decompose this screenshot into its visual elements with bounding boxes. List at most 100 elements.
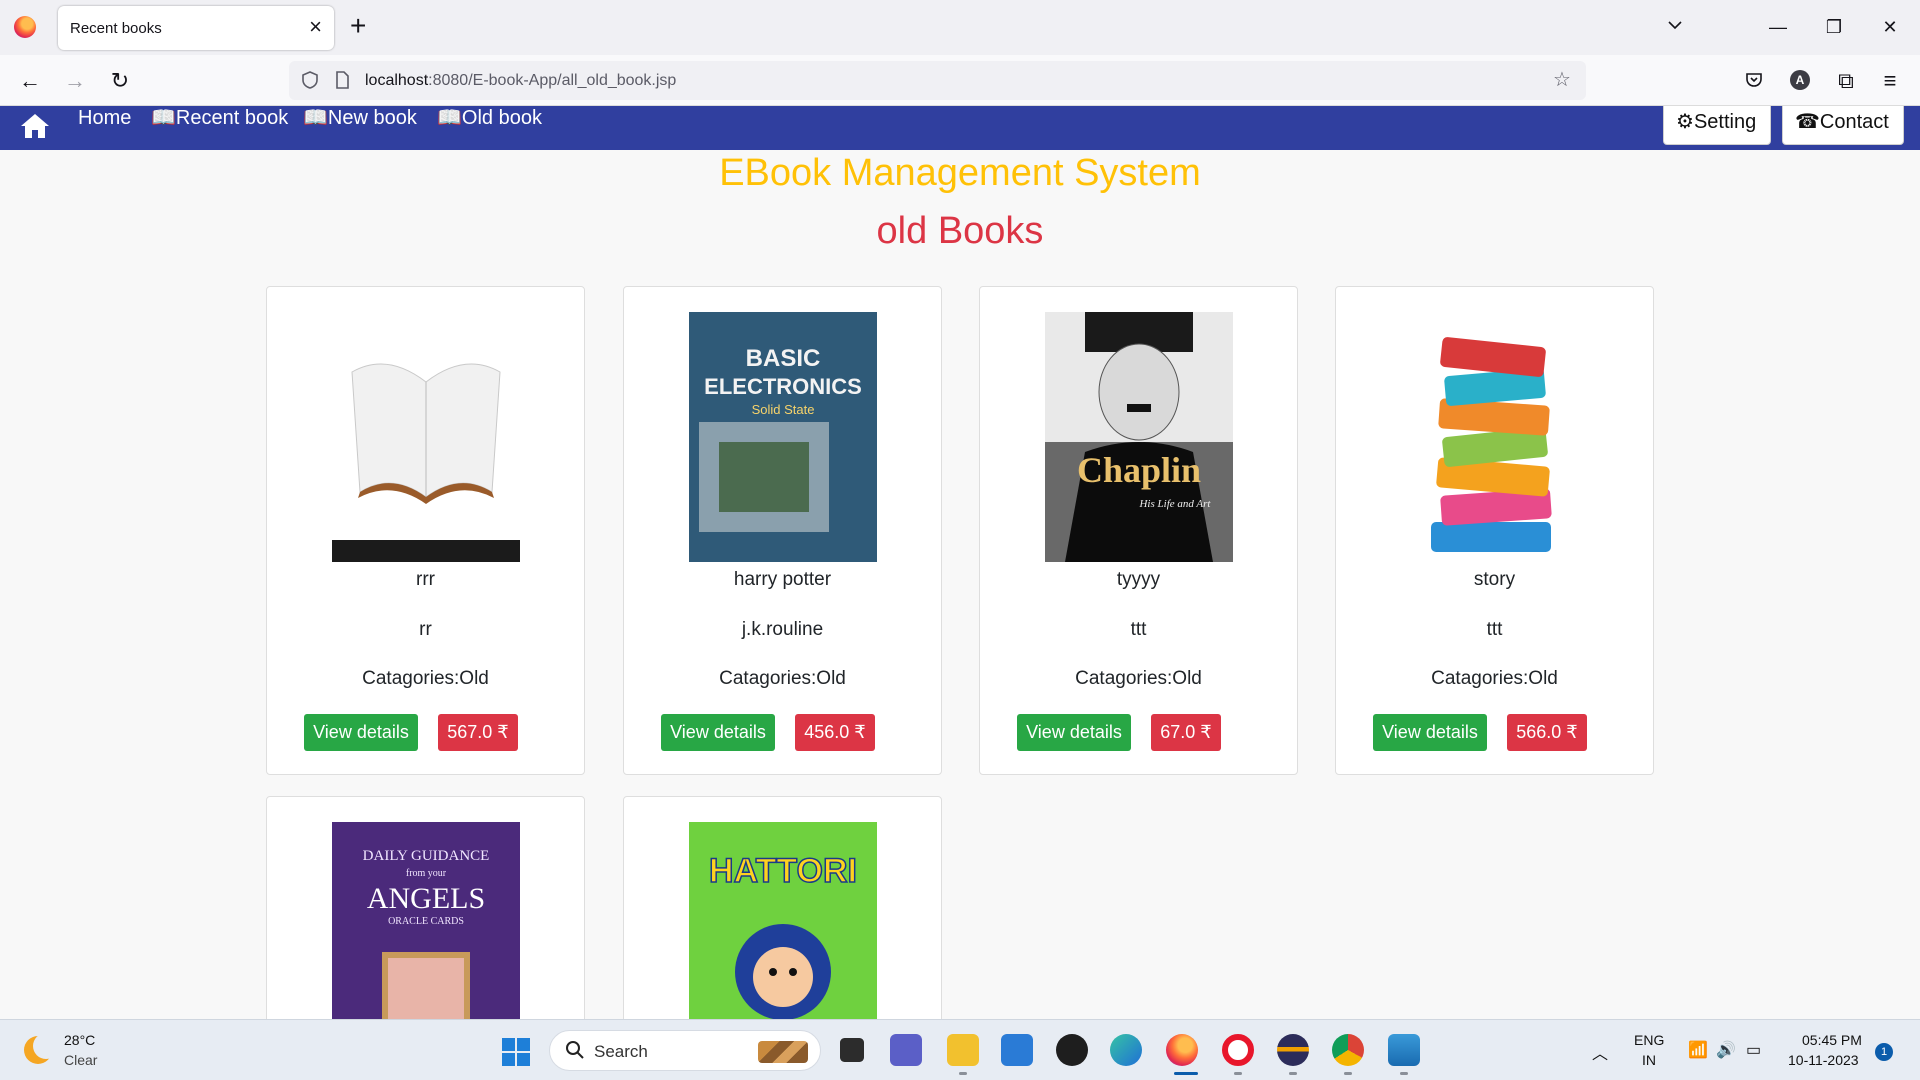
gear-icon: ⚙ bbox=[1676, 111, 1694, 133]
site-title: EBook Management System bbox=[719, 152, 1201, 194]
view-details-button[interactable]: View details bbox=[1017, 714, 1131, 751]
book-name: harry potter bbox=[733, 569, 832, 590]
book-name: tyyyy bbox=[1116, 569, 1161, 590]
svg-text:ORACLE CARDS: ORACLE CARDS bbox=[388, 916, 464, 927]
view-details-button[interactable]: View details bbox=[304, 714, 418, 751]
view-details-button[interactable]: View details bbox=[661, 714, 775, 751]
setting-button[interactable]: ⚙Setting bbox=[1663, 106, 1772, 145]
book-name: story bbox=[1473, 569, 1516, 590]
book-card: HATTORI bbox=[623, 796, 942, 1019]
book-card: BASIC ELECTRONICS Solid State harry pott… bbox=[623, 286, 942, 775]
svg-text:from your: from your bbox=[406, 868, 447, 879]
phone-icon: ☎ bbox=[1795, 111, 1820, 133]
shield-icon[interactable] bbox=[299, 69, 321, 91]
wifi-icon[interactable]: 📶 bbox=[1688, 1040, 1708, 1060]
microsoft-store-icon[interactable] bbox=[1001, 1034, 1033, 1066]
restore-icon[interactable]: ❐ bbox=[1814, 12, 1854, 42]
view-details-button[interactable]: View details bbox=[1373, 714, 1487, 751]
pocket-icon[interactable] bbox=[1743, 69, 1765, 91]
volume-icon[interactable]: 🔊 bbox=[1716, 1040, 1736, 1060]
file-explorer-icon[interactable] bbox=[947, 1034, 979, 1066]
minimize-icon[interactable]: — bbox=[1758, 12, 1798, 42]
list-all-tabs-icon[interactable] bbox=[1664, 14, 1686, 36]
back-icon[interactable]: ← bbox=[16, 67, 44, 95]
clock-time[interactable]: 05:45 PM bbox=[1802, 1032, 1862, 1048]
weather-condition[interactable]: Clear bbox=[64, 1052, 97, 1068]
price-button[interactable]: 67.0 ₹ bbox=[1151, 714, 1221, 751]
page-info-icon[interactable] bbox=[331, 69, 353, 91]
book-stack-cover bbox=[1401, 312, 1589, 562]
show-hidden-icons-icon[interactable]: ︿ bbox=[1592, 1040, 1608, 1064]
book-open-icon: 📖 bbox=[437, 107, 462, 129]
home-icon[interactable] bbox=[20, 112, 50, 140]
reload-icon[interactable]: ↻ bbox=[106, 67, 134, 95]
clock-date[interactable]: 10-11-2023 bbox=[1788, 1052, 1859, 1068]
account-avatar[interactable]: A bbox=[1790, 70, 1810, 90]
close-tab-icon[interactable]: × bbox=[309, 15, 322, 39]
book-category: Catagories:Old bbox=[719, 668, 846, 689]
svg-text:ELECTRONICS: ELECTRONICS bbox=[704, 374, 862, 399]
teams-chat-icon[interactable] bbox=[890, 1034, 922, 1066]
battery-icon[interactable]: ▭ bbox=[1746, 1040, 1761, 1060]
windows-start-icon[interactable] bbox=[502, 1038, 530, 1066]
url-text: localhost:8080/E-book-App/all_old_book.j… bbox=[365, 72, 677, 89]
site-navbar: Home 📖Recent book 📖New book 📖Old book ⚙S… bbox=[0, 106, 1920, 150]
language-code[interactable]: ENG bbox=[1634, 1032, 1664, 1048]
firefox-icon bbox=[14, 16, 36, 38]
price-button[interactable]: 566.0 ₹ bbox=[1507, 714, 1587, 751]
running-indicator bbox=[1234, 1072, 1242, 1075]
svg-text:ANGELS: ANGELS bbox=[367, 882, 485, 915]
task-view-icon[interactable] bbox=[840, 1038, 864, 1062]
search-icon bbox=[566, 1041, 584, 1059]
opera-icon[interactable] bbox=[1222, 1034, 1254, 1066]
book-author: ttt bbox=[1130, 619, 1147, 640]
eclipse-icon[interactable] bbox=[1277, 1034, 1309, 1066]
weather-temperature[interactable]: 28°C bbox=[64, 1032, 95, 1048]
book-open-icon: 📖 bbox=[303, 107, 328, 129]
close-window-icon[interactable]: ✕ bbox=[1870, 12, 1910, 42]
windows-taskbar: 28°C Clear Search ︿ ENG IN 📶 🔊 ▭ 05:45 P… bbox=[0, 1019, 1920, 1080]
chaplin-cover: Chaplin His Life and Art bbox=[1045, 312, 1233, 562]
nav-link-old-book[interactable]: 📖Old book bbox=[437, 106, 542, 130]
browser-tab-strip: Recent books × + — ❐ ✕ bbox=[0, 0, 1920, 55]
book-card: rrr rr Catagories:Old View details 567.0… bbox=[266, 286, 585, 775]
contact-button[interactable]: ☎Contact bbox=[1782, 106, 1904, 145]
page-content: Home 📖Recent book 📖New book 📖Old book ⚙S… bbox=[0, 106, 1920, 1019]
page-subtitle: old Books bbox=[876, 210, 1044, 252]
moon-weather-icon[interactable] bbox=[24, 1033, 59, 1064]
nav-link-new-book[interactable]: 📖New book bbox=[303, 106, 417, 130]
new-tab-icon[interactable]: + bbox=[350, 10, 366, 42]
url-bar[interactable]: localhost:8080/E-book-App/all_old_book.j… bbox=[289, 61, 1586, 100]
angels-cover: DAILY GUIDANCE from your ANGELS ORACLE C… bbox=[332, 822, 520, 1019]
price-button[interactable]: 567.0 ₹ bbox=[438, 714, 518, 751]
svg-text:Solid State: Solid State bbox=[752, 402, 815, 417]
photos-icon[interactable] bbox=[1388, 1034, 1420, 1066]
search-label: Search bbox=[594, 1042, 648, 1061]
book-card: DAILY GUIDANCE from your ANGELS ORACLE C… bbox=[266, 796, 585, 1019]
extensions-icon[interactable]: ⧉ bbox=[1832, 67, 1860, 95]
forward-icon[interactable]: → bbox=[61, 67, 89, 95]
price-button[interactable]: 456.0 ₹ bbox=[795, 714, 875, 751]
bookmark-star-icon[interactable]: ☆ bbox=[1551, 69, 1573, 91]
running-indicator bbox=[1344, 1072, 1352, 1075]
nav-link-home[interactable]: Home bbox=[78, 106, 131, 130]
basic-electronics-cover: BASIC ELECTRONICS Solid State bbox=[689, 312, 877, 562]
chrome-icon[interactable] bbox=[1332, 1034, 1364, 1066]
taskbar-search[interactable]: Search bbox=[549, 1030, 821, 1071]
svg-text:His Life and Art: His Life and Art bbox=[1138, 498, 1211, 510]
book-open-icon: 📖 bbox=[151, 107, 176, 129]
open-book-cover bbox=[332, 312, 520, 562]
dell-icon[interactable] bbox=[1056, 1034, 1088, 1066]
firefox-taskbar-icon[interactable] bbox=[1166, 1034, 1198, 1066]
browser-tab[interactable]: Recent books × bbox=[58, 6, 334, 50]
running-indicator bbox=[1400, 1072, 1408, 1075]
edge-icon[interactable] bbox=[1110, 1034, 1142, 1066]
menu-icon[interactable]: ≡ bbox=[1876, 67, 1904, 95]
notification-badge[interactable]: 1 bbox=[1875, 1043, 1893, 1061]
svg-text:DAILY GUIDANCE: DAILY GUIDANCE bbox=[363, 848, 490, 864]
browser-toolbar: ← → ↻ localhost:8080/E-book-App/all_old_… bbox=[0, 55, 1920, 106]
active-indicator bbox=[1174, 1072, 1198, 1075]
nav-link-recent-book[interactable]: 📖Recent book bbox=[151, 106, 288, 130]
language-region[interactable]: IN bbox=[1642, 1052, 1656, 1068]
book-card: Chaplin His Life and Art tyyyy ttt Catag… bbox=[979, 286, 1298, 775]
